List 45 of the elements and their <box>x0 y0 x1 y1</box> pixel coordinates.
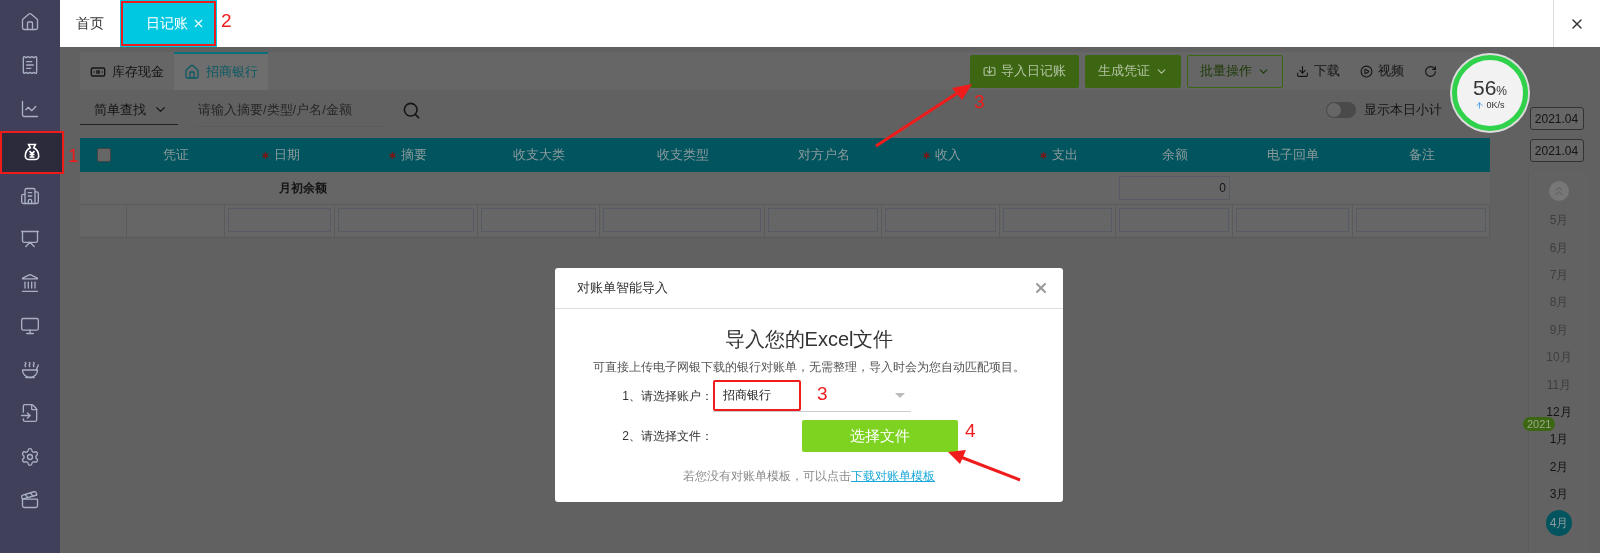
footer-text: 若您没有对账单模板，可以点击下载对账单模板 <box>683 468 935 485</box>
annotation-number: 3 <box>974 90 985 113</box>
column-header: 收入 <box>935 146 961 164</box>
date-field[interactable]: 2021.04 <box>1529 139 1584 162</box>
field-label: 2、请选择文件： <box>621 427 713 445</box>
month-item[interactable]: 3月 <box>1549 480 1569 509</box>
page-tab[interactable]: 日记账 <box>120 0 217 47</box>
field-label: 1、请选择账户： <box>621 387 713 405</box>
column-header: 余额 <box>1161 146 1188 164</box>
column-header: 电子回单 <box>1267 146 1319 164</box>
dialog-title: 对账单智能导入 <box>577 279 668 297</box>
toolbar-button[interactable]: 批量操作 <box>1187 54 1283 88</box>
toolbar-button[interactable]: 视频 <box>1353 54 1411 88</box>
annotation-number: 4 <box>965 420 976 442</box>
annotation-number: 1 <box>68 144 79 167</box>
column-header: 对方户名 <box>797 146 850 164</box>
choose-file-button[interactable]: 选择文件 <box>802 420 958 452</box>
column-header: 收支大类 <box>513 146 565 164</box>
search-mode-dropdown[interactable]: 简单查找 <box>80 95 178 125</box>
column-header: 凭证 <box>163 146 189 164</box>
toolbar-button[interactable]: 导入日记账 <box>970 54 1079 88</box>
account-tab[interactable]: 库存现金 <box>80 52 174 90</box>
annotation-number: 3 <box>817 382 828 405</box>
account-tab[interactable]: 招商银行 <box>174 52 268 90</box>
column-header: 摘要 <box>400 146 427 164</box>
table-cell-text: 月初余额 <box>277 179 328 197</box>
column-header: 收支类型 <box>656 146 709 164</box>
column-header: 日期 <box>274 146 300 164</box>
toolbar-button[interactable]: 下载 <box>1289 54 1347 88</box>
balance-field[interactable]: 0 <box>1119 176 1230 200</box>
month-item[interactable]: 4月 <box>1546 510 1572 537</box>
year-badge: 2021 <box>1523 417 1556 432</box>
month-item[interactable]: 2月 <box>1549 453 1569 481</box>
percent-unit: % <box>1496 84 1507 98</box>
download-template-link[interactable]: 下载对账单模板 <box>851 469 935 483</box>
toolbar-button[interactable]: 生成凭证 <box>1085 54 1181 88</box>
percent-value: 56 <box>1473 76 1497 100</box>
annotation-number: 2 <box>221 10 232 32</box>
dialog-description: 可直接上传电子网银下载的银行对账单，无需整理，导入时会为您自动匹配项目。 <box>593 359 1025 376</box>
rate-value: 0K/s <box>1486 100 1505 110</box>
column-header: 备注 <box>1408 146 1435 164</box>
toggle-label: 显示本日小计 <box>1364 101 1442 119</box>
column-header: 支出 <box>1052 146 1078 164</box>
date-field[interactable]: 2021.04 <box>1529 107 1584 130</box>
dialog-heading: 导入您的Excel文件 <box>724 327 894 352</box>
